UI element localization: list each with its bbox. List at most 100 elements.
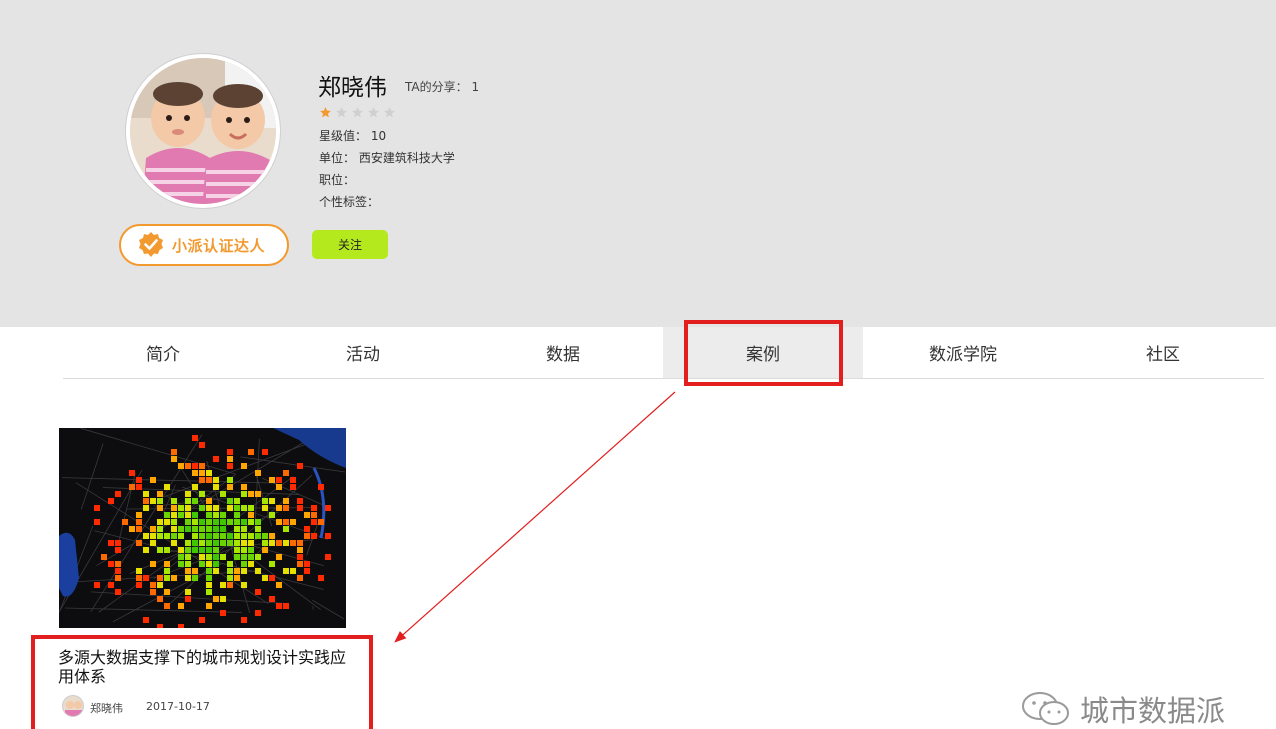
heatmap-cell bbox=[178, 554, 184, 560]
heatmap-cell bbox=[157, 575, 163, 581]
heatmap-cell bbox=[178, 463, 184, 469]
heatmap-cell bbox=[297, 575, 303, 581]
heatmap-cell bbox=[276, 484, 282, 490]
heatmap-cell bbox=[164, 561, 170, 567]
heatmap-cell bbox=[199, 533, 205, 539]
heatmap-cell bbox=[241, 561, 247, 567]
heatmap-cell bbox=[164, 484, 170, 490]
heatmap-cell bbox=[115, 561, 121, 567]
heatmap-cell bbox=[157, 505, 163, 511]
heatmap-cell bbox=[241, 484, 247, 490]
tab-community[interactable]: 社区 bbox=[1063, 327, 1263, 378]
heatmap-cell bbox=[192, 463, 198, 469]
verified-seal-icon bbox=[139, 232, 163, 257]
heatmap-cell bbox=[185, 540, 191, 546]
heatmap-cell bbox=[290, 540, 296, 546]
heatmap-cell bbox=[185, 526, 191, 532]
heatmap-cell bbox=[290, 477, 296, 483]
tab-activities[interactable]: 活动 bbox=[263, 327, 463, 378]
case-thumbnail[interactable] bbox=[59, 428, 346, 628]
heatmap-cell bbox=[199, 505, 205, 511]
heatmap-cell bbox=[206, 470, 212, 476]
heatmap-cell bbox=[136, 526, 142, 532]
heatmap-cell bbox=[269, 477, 275, 483]
heatmap-cell bbox=[185, 575, 191, 581]
heatmap-cell bbox=[241, 582, 247, 588]
heatmap-cell bbox=[192, 547, 198, 553]
heatmap-cell bbox=[213, 540, 219, 546]
heatmap-cell bbox=[199, 561, 205, 567]
profile-tab-bar: 简介 活动 数据 案例 数派学院 社区 bbox=[63, 327, 1264, 379]
heatmap-cell bbox=[199, 519, 205, 525]
unit-label: 单位： bbox=[319, 151, 356, 165]
heatmap-cell bbox=[206, 512, 212, 518]
heatmap-cell bbox=[227, 533, 233, 539]
heatmap-cell bbox=[227, 519, 233, 525]
heatmap-cell bbox=[199, 554, 205, 560]
tab-academy[interactable]: 数派学院 bbox=[863, 327, 1063, 378]
heatmap-cell bbox=[150, 533, 156, 539]
user-avatar[interactable] bbox=[126, 54, 280, 208]
follow-button[interactable]: 关注 bbox=[312, 230, 388, 259]
heatmap-cell bbox=[115, 540, 121, 546]
heatmap-cell bbox=[136, 582, 142, 588]
heatmap-cell bbox=[227, 540, 233, 546]
heatmap-cell bbox=[248, 491, 254, 497]
heatmap-cell bbox=[290, 568, 296, 574]
heatmap-cell bbox=[171, 498, 177, 504]
heatmap-cell bbox=[227, 582, 233, 588]
heatmap-cell bbox=[262, 575, 268, 581]
tab-intro[interactable]: 简介 bbox=[63, 327, 263, 378]
heatmap-cell bbox=[283, 505, 289, 511]
heatmap-cell bbox=[255, 519, 261, 525]
heatmap-cell bbox=[115, 575, 121, 581]
heatmap-cell bbox=[283, 540, 289, 546]
case-author[interactable]: 郑晓伟 bbox=[90, 700, 123, 716]
heatmap-cell bbox=[220, 512, 226, 518]
heatmap-cell bbox=[234, 519, 240, 525]
heatmap-cell bbox=[143, 547, 149, 553]
heatmap-cell bbox=[311, 512, 317, 518]
heatmap-cell bbox=[171, 512, 177, 518]
heatmap-cell bbox=[171, 449, 177, 455]
heatmap-cell bbox=[213, 519, 219, 525]
tags-label: 个性标签： bbox=[319, 195, 380, 209]
heatmap-cell bbox=[164, 533, 170, 539]
heatmap-cell bbox=[206, 540, 212, 546]
heatmap-cell bbox=[262, 540, 268, 546]
heatmap-cell bbox=[150, 498, 156, 504]
case-date: 2017-10-17 bbox=[146, 700, 210, 713]
heatmap-cell bbox=[199, 491, 205, 497]
heatmap-cell bbox=[248, 505, 254, 511]
heatmap-cell bbox=[220, 491, 226, 497]
watermark: 城市数据派 bbox=[1020, 688, 1225, 729]
heatmap-cell bbox=[171, 505, 177, 511]
heatmap-cell bbox=[241, 505, 247, 511]
star-icon bbox=[352, 107, 363, 118]
certified-badge: 小派认证达人 bbox=[119, 224, 289, 266]
heatmap-cell bbox=[255, 470, 261, 476]
heatmap-cell bbox=[178, 505, 184, 511]
heatmap-cell bbox=[297, 505, 303, 511]
profile-header: 小派认证达人 郑晓伟 TA的分享： 1 星级值： 10 单位： 西安建筑科技大学… bbox=[0, 0, 1276, 327]
heatmap-cell bbox=[143, 575, 149, 581]
case-title[interactable]: 多源大数据支撑下的城市规划设计实践应用体系 bbox=[58, 648, 358, 686]
heatmap-cell bbox=[304, 526, 310, 532]
heatmap-cell bbox=[192, 435, 198, 441]
share-count[interactable]: TA的分享： 1 bbox=[405, 78, 479, 95]
heatmap-cell bbox=[101, 554, 107, 560]
heatmap-cell bbox=[178, 547, 184, 553]
heatmap-cell bbox=[276, 554, 282, 560]
heatmap-cell bbox=[199, 477, 205, 483]
heatmap-cell bbox=[150, 582, 156, 588]
heatmap-cell bbox=[115, 547, 121, 553]
heatmap-cell bbox=[122, 519, 128, 525]
star-icon bbox=[384, 107, 395, 118]
heatmap-cell bbox=[185, 491, 191, 497]
heatmap-cell bbox=[192, 568, 198, 574]
tab-data[interactable]: 数据 bbox=[463, 327, 663, 378]
heatmap-cell bbox=[290, 484, 296, 490]
heatmap-cell bbox=[178, 561, 184, 567]
heatmap-cell bbox=[213, 554, 219, 560]
heatmap-cell bbox=[255, 491, 261, 497]
